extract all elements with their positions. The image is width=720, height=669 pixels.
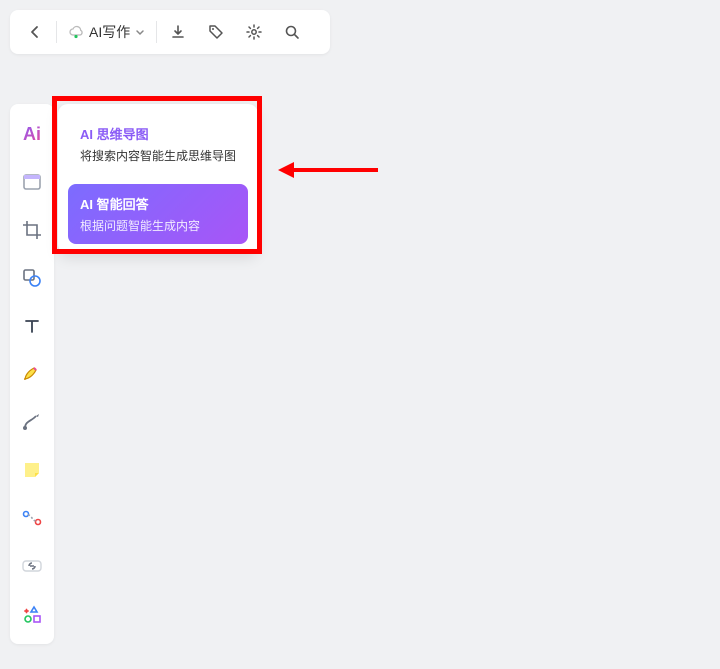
search-button[interactable] [273,13,311,51]
frame-icon [21,171,43,193]
flow-icon [21,507,43,529]
pencil-icon [21,363,43,385]
crop-tool[interactable] [14,212,50,248]
chevron-left-icon [27,24,43,40]
shape-icon [21,267,43,289]
sticky-note-icon [21,459,43,481]
toolbar-separator [156,21,157,43]
ai-tool[interactable]: Ai [14,116,50,152]
top-toolbar: AI写作 [10,10,330,54]
ai-icon: Ai [23,124,41,145]
ai-answer-title: AI 智能回答 [80,194,236,213]
chevron-down-icon [134,26,146,38]
tag-button[interactable] [197,13,235,51]
search-icon [283,23,301,41]
toolbar-separator [56,21,57,43]
ai-writing-dropdown[interactable]: AI写作 [59,13,154,51]
ai-writing-label: AI写作 [89,22,130,42]
pen-tool[interactable] [14,356,50,392]
sticky-note-tool[interactable] [14,452,50,488]
link-icon [21,555,43,577]
curve-icon [21,411,43,433]
download-icon [169,23,187,41]
ai-answer-option[interactable]: AI 智能回答 根据问题智能生成内容 [68,184,248,244]
gear-icon [245,23,263,41]
text-icon [22,316,42,336]
shape-tool[interactable] [14,260,50,296]
more-tool[interactable] [14,596,50,632]
link-tool[interactable] [14,548,50,584]
shapes-plus-icon [21,603,43,625]
download-button[interactable] [159,13,197,51]
text-tool[interactable] [14,308,50,344]
annotation-arrow [278,160,378,180]
ai-answer-desc: 根据问题智能生成内容 [80,217,236,234]
flow-tool[interactable] [14,500,50,536]
settings-button[interactable] [235,13,273,51]
ai-mindmap-desc: 将搜索内容智能生成思维导图 [80,147,236,164]
ai-popover: AI 思维导图 将搜索内容智能生成思维导图 AI 智能回答 根据问题智能生成内容 [58,104,258,254]
back-button[interactable] [16,13,54,51]
frame-tool[interactable] [14,164,50,200]
ai-mindmap-option[interactable]: AI 思维导图 将搜索内容智能生成思维导图 [68,114,248,174]
ai-mindmap-title: AI 思维导图 [80,124,236,143]
crop-icon [21,219,43,241]
cloud-status-icon [67,23,85,41]
connector-tool[interactable] [14,404,50,440]
tag-icon [207,23,225,41]
left-toolbar: Ai [10,104,54,644]
